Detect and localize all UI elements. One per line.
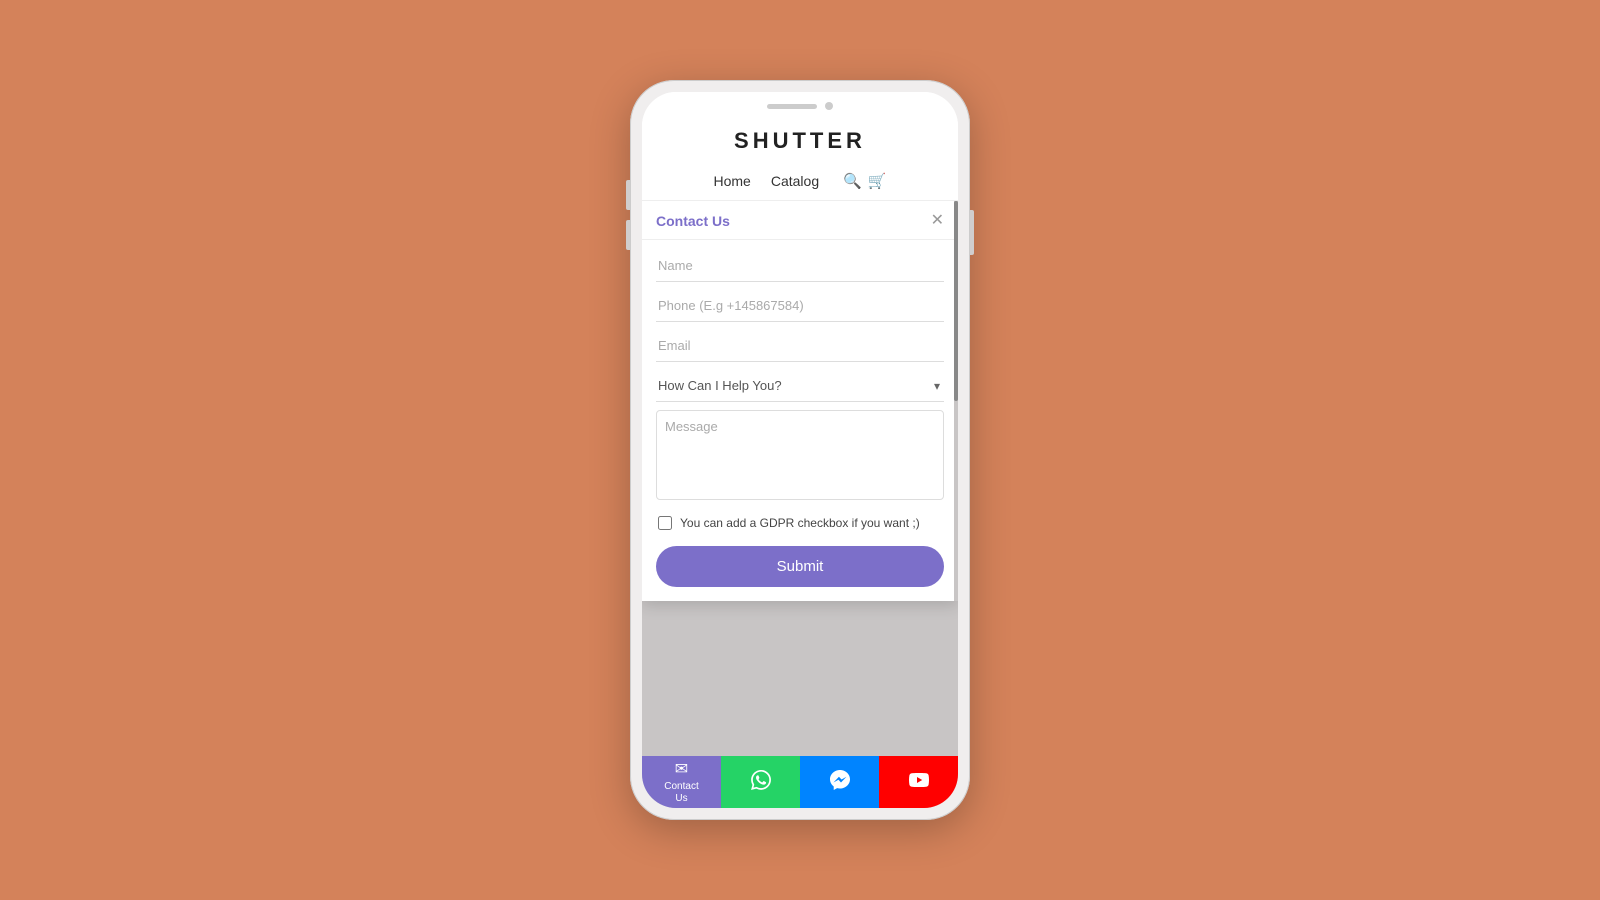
youtube-button[interactable]: [879, 756, 958, 808]
submit-button[interactable]: Submit: [656, 546, 944, 587]
whatsapp-button[interactable]: [721, 756, 800, 808]
modal-body: How Can I Help You? General Inquiry Supp…: [642, 240, 958, 601]
phone-input[interactable]: [656, 290, 944, 322]
message-textarea[interactable]: [656, 410, 944, 500]
nav-catalog[interactable]: Catalog: [771, 173, 819, 189]
phone-screen: SHUTTER Home Catalog 🔍 🛒 Cont: [642, 92, 958, 808]
help-select-wrapper: How Can I Help You? General Inquiry Supp…: [656, 370, 944, 402]
page-body: Contact Us ✕ How Can I Help You? General…: [642, 201, 958, 808]
close-icon[interactable]: ✕: [931, 213, 944, 229]
nav-home[interactable]: Home: [714, 173, 751, 189]
messenger-icon: [830, 770, 850, 795]
contact-modal: Contact Us ✕ How Can I Help You? General…: [642, 201, 958, 601]
app-nav: Home Catalog 🔍 🛒: [642, 164, 958, 201]
gdpr-label: You can add a GDPR checkbox if you want …: [680, 515, 920, 532]
email-input[interactable]: [656, 330, 944, 362]
contact-us-button[interactable]: ✉ ContactUs: [642, 756, 721, 808]
phone-camera: [825, 102, 833, 110]
volume-button-2: [626, 220, 630, 250]
help-select[interactable]: How Can I Help You? General Inquiry Supp…: [656, 370, 944, 401]
volume-button-1: [626, 180, 630, 210]
bottom-bar: ✉ ContactUs: [642, 756, 958, 808]
contact-us-label: ContactUs: [664, 781, 698, 805]
gdpr-row: You can add a GDPR checkbox if you want …: [656, 515, 944, 532]
app-title: SHUTTER: [658, 128, 942, 154]
messenger-button[interactable]: [800, 756, 879, 808]
modal-scroll-thumb: [954, 201, 958, 401]
modal-scroll-indicator: [954, 201, 958, 601]
phone-notch: [642, 92, 958, 116]
name-input[interactable]: [656, 250, 944, 282]
whatsapp-icon: [751, 770, 771, 795]
nav-icons: 🔍 🛒: [843, 172, 886, 190]
power-button: [970, 210, 974, 255]
gdpr-checkbox[interactable]: [658, 516, 672, 530]
youtube-icon: [909, 770, 929, 795]
app-header: SHUTTER: [642, 116, 958, 164]
app-content: SHUTTER Home Catalog 🔍 🛒 Cont: [642, 116, 958, 808]
cart-icon[interactable]: 🛒: [868, 172, 887, 190]
email-icon: ✉: [675, 759, 688, 779]
modal-header: Contact Us ✕: [642, 201, 958, 240]
phone-container: SHUTTER Home Catalog 🔍 🛒 Cont: [630, 80, 970, 820]
search-icon[interactable]: 🔍: [843, 172, 862, 190]
modal-title: Contact Us: [656, 213, 730, 229]
phone-speaker: [767, 104, 817, 109]
